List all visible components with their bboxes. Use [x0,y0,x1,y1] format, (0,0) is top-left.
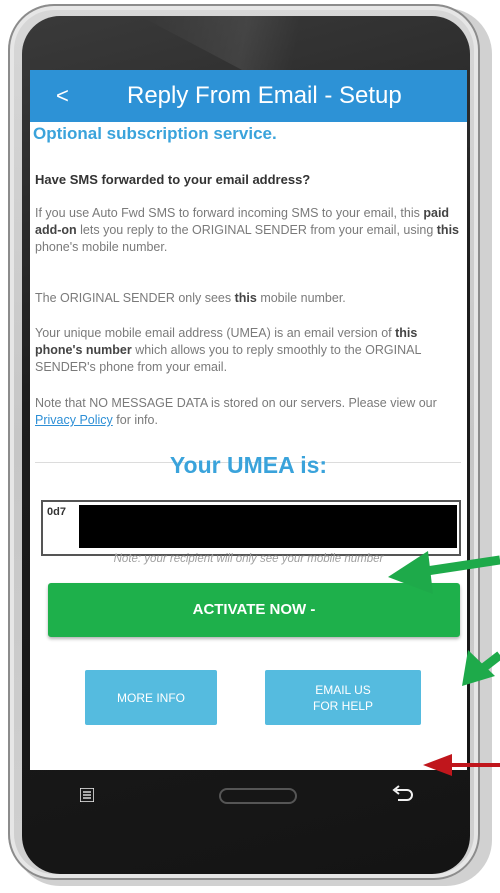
activate-now-button[interactable]: ACTIVATE NOW - [48,583,460,637]
p1-bold-2: this [436,223,459,237]
paragraph-paid-addon: If you use Auto Fwd SMS to forward incom… [35,205,465,256]
p2-bold: this [234,291,257,305]
recipient-note: Note: your recipient will only see your … [113,553,384,565]
redaction-bar [79,505,457,548]
p1-text-a: If you use Auto Fwd SMS to forward incom… [35,206,424,220]
p1-text-b: lets you reply to the ORIGINAL SENDER fr… [76,223,437,237]
privacy-policy-link[interactable]: Privacy Policy [35,413,113,427]
umea-prefix: 0d7 [47,506,66,518]
soft-keys-bar [30,770,467,826]
p1-text-c: phone's mobile number. [35,240,168,254]
p4-text-a: Note that NO MESSAGE DATA is stored on o… [35,396,437,410]
home-key[interactable] [219,788,297,804]
umea-label: Your UMEA is: [169,452,328,478]
email-us-line1: EMAIL US [315,682,371,697]
paragraph-privacy: Note that NO MESSAGE DATA is stored on o… [35,395,465,429]
email-us-line2: FOR HELP [312,698,373,713]
menu-icon[interactable] [80,788,94,802]
p4-text-b: for info. [112,413,158,427]
more-info-button[interactable]: MORE INFO [85,670,217,725]
p3-text-a: Your unique mobile email address (UMEA) … [35,326,396,340]
subscription-heading: Optional subscription service. [33,124,277,143]
app-bar: < Reply From Email - Setup [30,70,467,122]
paragraph-sender-sees: The ORIGINAL SENDER only sees this mobil… [35,290,465,307]
app-title: Reply From Email - Setup [127,82,402,109]
umea-address-field[interactable]: 0d7 uto [41,500,461,556]
question-text: Have SMS forwarded to your email address… [35,172,311,187]
p2-text-a: The ORIGINAL SENDER only sees [35,291,235,305]
email-us-for-help-button[interactable]: EMAIL US FOR HELP [265,670,421,725]
phone-screen: < Reply From Email - Setup Optional subs… [30,70,467,770]
back-button[interactable]: < [56,84,69,108]
back-arrow-icon[interactable] [392,784,414,804]
paragraph-umea-description: Your unique mobile email address (UMEA) … [35,325,465,376]
p2-text-b: mobile number. [256,291,346,305]
